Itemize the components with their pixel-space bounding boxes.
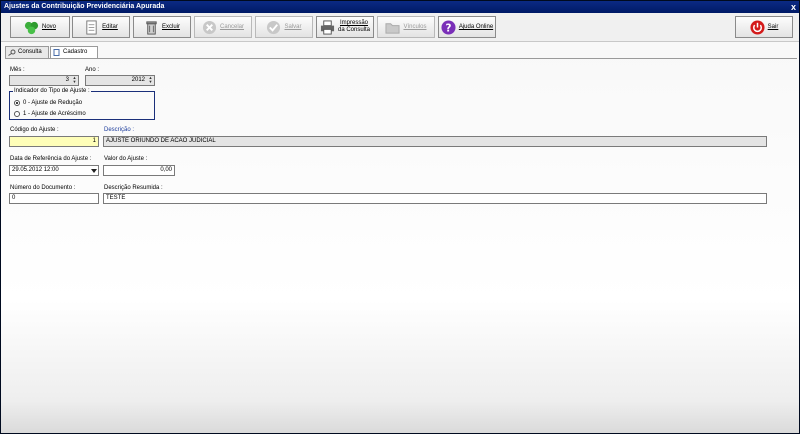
exit-power-icon [750, 19, 765, 35]
ano-field[interactable]: 2012 ▲ ▼ [85, 75, 155, 86]
close-icon[interactable]: x [791, 1, 796, 13]
ano-spinner-icon[interactable]: ▲ ▼ [147, 76, 154, 85]
title-bar: Ajustes da Contribuição Previdenciária A… [1, 1, 799, 13]
ajuda-button[interactable]: ? Ajuda Online [438, 16, 496, 38]
tab-cadastro-label: Cadastro [63, 49, 88, 55]
cancelar-button[interactable]: Cancelar [194, 16, 252, 38]
cancel-circle-icon [202, 20, 217, 34]
svg-text:?: ? [445, 22, 451, 34]
ajuda-label: Ajuda Online [458, 24, 494, 30]
radio-acrescimo-label: 1 - Ajuste de Acréscimo [23, 111, 86, 117]
data-referencia-label: Data de Referência do Ajuste : [10, 156, 92, 162]
salvar-label: Salvar [284, 24, 302, 30]
mes-spinner-icon[interactable]: ▲ ▼ [71, 76, 78, 85]
numero-documento-label: Número do Documento : [10, 185, 76, 191]
green-puzzle-icon [24, 21, 39, 34]
excluir-button[interactable]: Excluir [133, 16, 191, 38]
codigo-label: Código do Ajuste : [10, 127, 59, 133]
chevron-down-icon[interactable] [91, 169, 97, 173]
main-window: Ajustes da Contribuição Previdenciária A… [0, 0, 800, 434]
descricao-resumida-field[interactable]: TESTE [103, 193, 767, 204]
impressao-button[interactable]: Impressão da Consulta [316, 16, 374, 38]
valor-label: Valor do Ajuste : [104, 156, 148, 162]
impressao-label-line1: Impressão [339, 20, 368, 26]
mes-label: Mês : [10, 67, 25, 73]
window-title: Ajustes da Contribuição Previdenciária A… [4, 3, 165, 10]
vinculos-label: Vínculos [403, 24, 427, 30]
excluir-label: Excluir [161, 24, 180, 30]
descricao-label: Descrição : [104, 127, 135, 133]
trash-bin-icon [146, 20, 157, 35]
printer-icon [320, 19, 335, 35]
document-edit-icon [86, 19, 97, 35]
folder-link-icon [385, 22, 401, 34]
impressao-label: Impressão da Consulta [338, 20, 370, 34]
cancelar-label: Cancelar [219, 24, 244, 30]
tab-consulta[interactable]: Consulta [5, 46, 49, 58]
tipo-ajuste-legend: Indicador do Tipo de Ajuste : [14, 88, 90, 94]
ano-value: 2012 [131, 77, 145, 83]
descricao-resumida-label: Descrição Resumida : [104, 185, 163, 191]
sair-label: Sair [767, 24, 779, 30]
radio-reducao-label: 0 - Ajuste de Redução [23, 100, 83, 106]
numero-documento-field[interactable]: 0 [9, 193, 99, 204]
editar-button[interactable]: Editar [72, 16, 130, 38]
check-circle-icon [267, 20, 281, 34]
help-question-icon: ? [441, 19, 456, 35]
novo-label: Novo [41, 24, 56, 30]
radio-acrescimo-icon[interactable] [14, 111, 20, 117]
sair-button[interactable]: Sair [735, 16, 793, 38]
data-referencia-value: 29.05.2012 12:00 [12, 167, 59, 173]
vinculos-button[interactable]: Vínculos [377, 16, 435, 38]
toolbar: Novo Editar Excluir Cancelar Salvar Impr… [1, 13, 799, 42]
novo-button[interactable]: Novo [10, 16, 70, 38]
radio-acrescimo[interactable]: 1 - Ajuste de Acréscimo [14, 111, 86, 117]
salvar-button[interactable]: Salvar [255, 16, 313, 38]
radio-reducao[interactable]: 0 - Ajuste de Redução [14, 100, 82, 106]
ano-label: Ano : [85, 67, 100, 73]
codigo-field[interactable]: 1 [9, 136, 99, 147]
valor-field[interactable]: 0,00 [103, 165, 175, 176]
editar-label: Editar [102, 24, 118, 30]
data-referencia-field[interactable]: 29.05.2012 12:00 [9, 165, 99, 176]
mes-value: 3 [65, 77, 69, 83]
document-icon [53, 49, 60, 56]
search-icon [8, 49, 16, 56]
tab-consulta-label: Consulta [18, 49, 42, 55]
descricao-field[interactable]: AJUSTE ORIUNDO DE ACAO JUDICIAL [103, 136, 767, 147]
tab-panel-border [5, 58, 797, 59]
impressao-label-line2: da Consulta [337, 27, 371, 33]
mes-field[interactable]: 3 ▲ ▼ [9, 75, 79, 86]
radio-reducao-icon[interactable] [14, 100, 20, 106]
